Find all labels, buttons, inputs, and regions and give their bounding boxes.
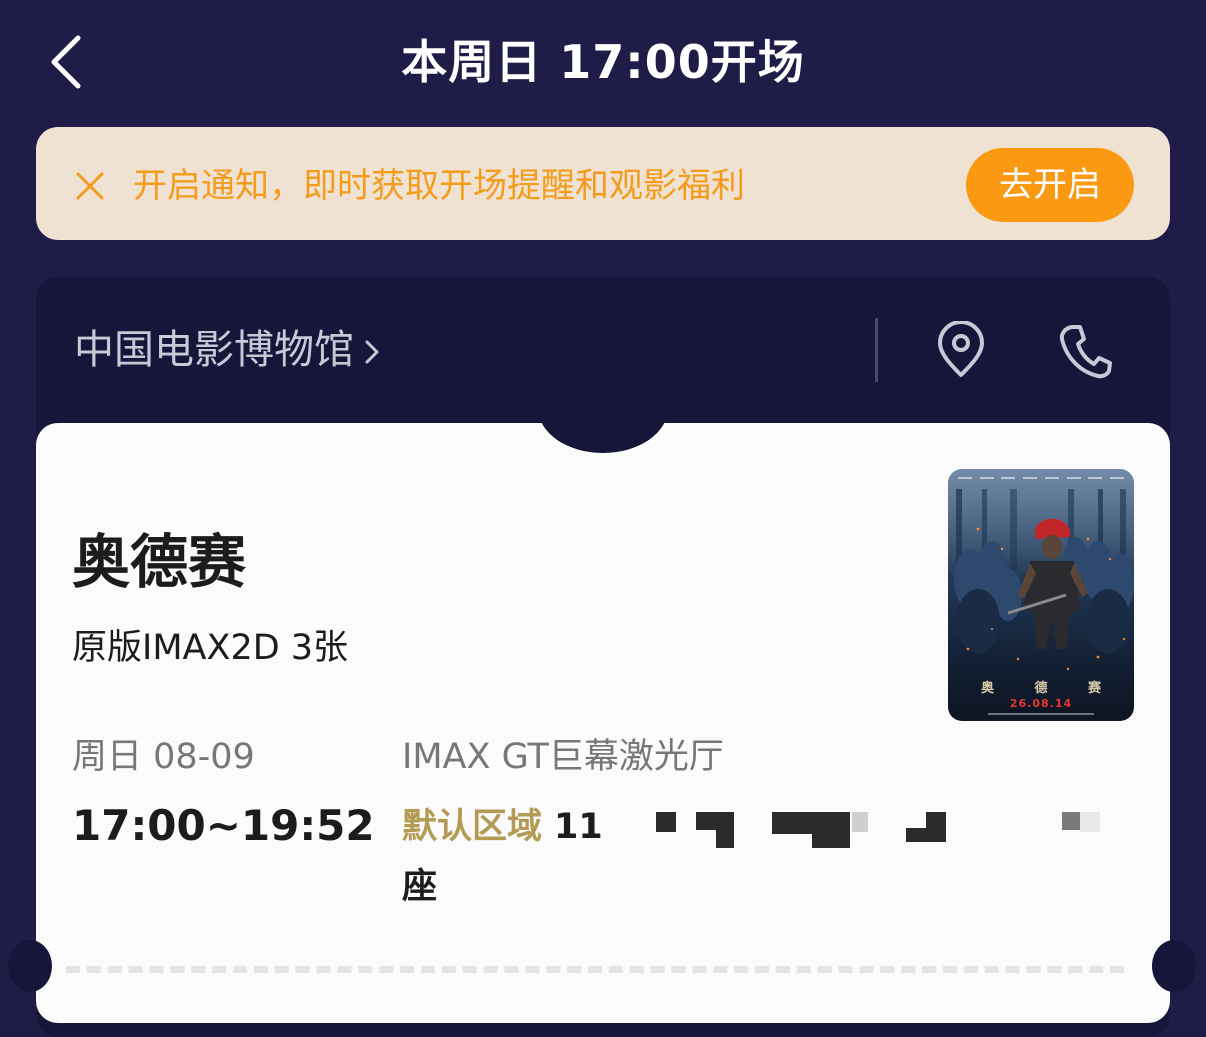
seat-number: 11	[554, 807, 603, 847]
show-time: 17:00~19:52	[72, 801, 375, 850]
poster-date: 26.08.14	[1009, 697, 1073, 710]
ticket-notch	[538, 363, 668, 453]
enable-notification-button[interactable]: 去开启	[966, 148, 1134, 222]
phone-button[interactable]	[1054, 318, 1116, 382]
phone-icon	[1059, 325, 1112, 379]
movie-poster[interactable]: 奥 德 赛 26.08.14	[948, 469, 1134, 721]
cinema-link[interactable]: 中国电影博物馆	[74, 320, 386, 380]
location-button[interactable]	[930, 318, 992, 382]
hall-name: IMAX GT巨幕激光厅	[402, 737, 724, 777]
location-pin-icon	[938, 321, 984, 377]
show-date: 周日 08-09	[72, 737, 255, 777]
movie-format: 原版IMAX2D 3张	[72, 628, 349, 668]
ticket-divider	[66, 966, 1124, 973]
close-icon	[76, 172, 104, 200]
divider	[875, 318, 878, 382]
back-button[interactable]	[36, 30, 96, 94]
seat-area: 默认区域	[402, 807, 543, 847]
cinema-name: 中国电影博物馆	[74, 327, 354, 373]
chevron-left-icon	[51, 35, 81, 89]
order-detail-page: 本周日 17:00开场 开启通知，即时获取开场提醒和观影福利 去开启 中国电影博…	[0, 0, 1206, 1037]
poster-title: 奥 德 赛	[980, 681, 1120, 696]
page-title: 本周日 17:00开场	[401, 35, 805, 89]
seat-suffix: 座	[402, 867, 438, 907]
ticket-notch	[1152, 940, 1196, 992]
notice-text: 开启通知，即时获取开场提醒和观影福利	[133, 166, 745, 206]
notice-close-button[interactable]	[70, 166, 110, 206]
chevron-right-icon	[364, 337, 386, 367]
movie-title: 奥德赛	[72, 528, 247, 596]
ticket-notch	[8, 940, 52, 992]
seat-info: 默认区域 11	[402, 800, 603, 854]
